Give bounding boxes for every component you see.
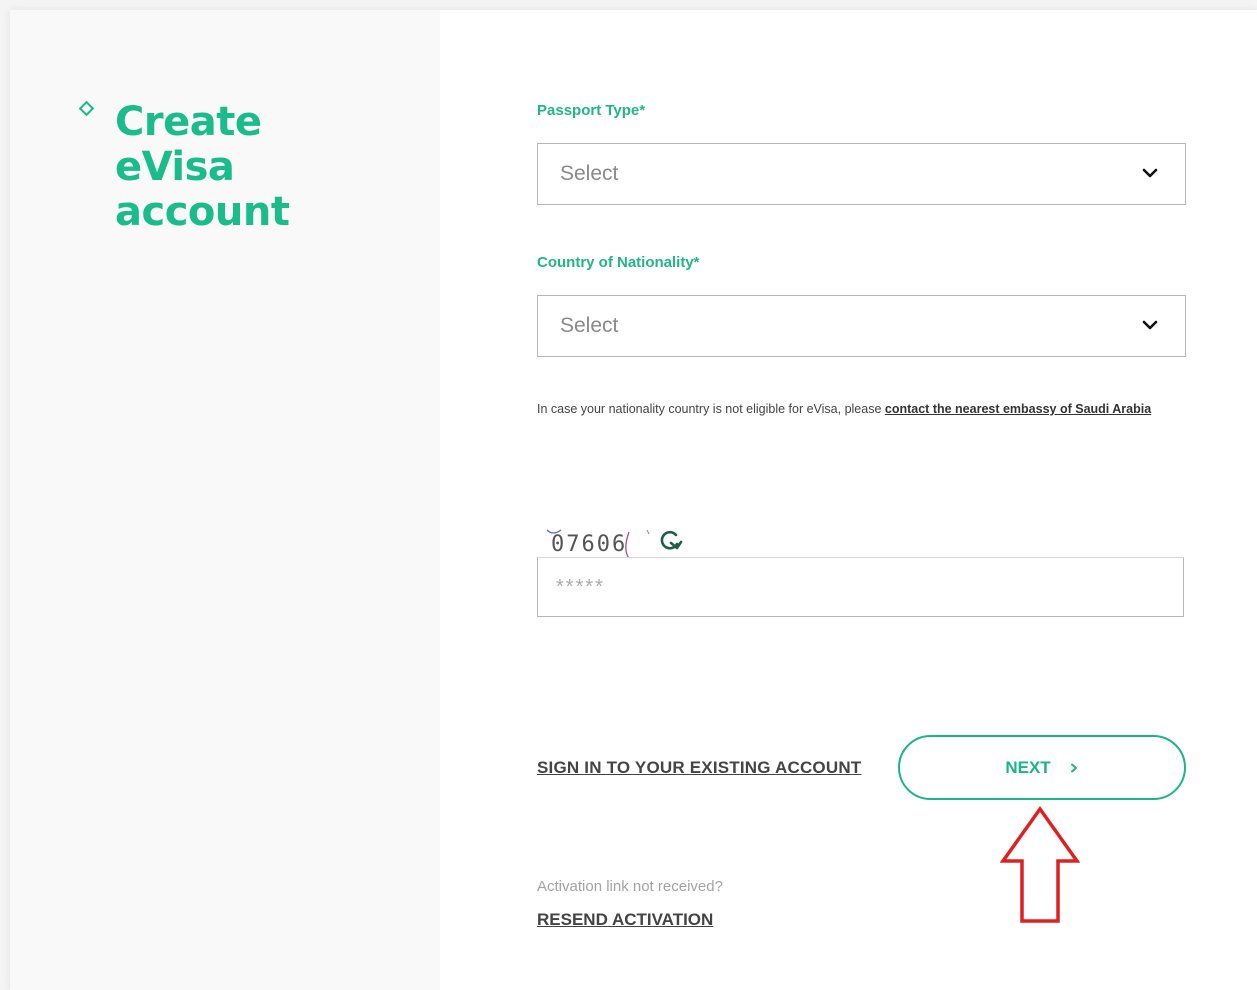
refresh-icon[interactable]: [655, 526, 683, 554]
chevron-right-icon: [1070, 763, 1077, 772]
page-title-line-3: account: [115, 189, 290, 235]
eligibility-note-text: In case your nationality country is not …: [537, 402, 885, 416]
nationality-label: Country of Nationality*: [537, 254, 700, 271]
page-title-line-2: eVisa: [115, 144, 235, 190]
chevron-down-icon: [1142, 320, 1158, 330]
passport-type-label: Passport Type*: [537, 102, 646, 119]
embassy-link[interactable]: contact the nearest embassy of Saudi Ara…: [885, 402, 1151, 416]
page-title: Create eVisa account: [115, 99, 290, 235]
up-arrow-annotation-icon: [1000, 806, 1080, 923]
diamond-bullet-icon: [78, 100, 95, 117]
nationality-select[interactable]: Select: [537, 295, 1186, 357]
nationality-value: Select: [560, 314, 619, 337]
eligibility-note: In case your nationality country is not …: [537, 402, 1177, 417]
page-title-line-1: Create: [115, 99, 262, 145]
sign-in-link[interactable]: SIGN IN TO YOUR EXISTING ACCOUNT: [537, 758, 861, 778]
chevron-down-icon: [1142, 168, 1158, 178]
activation-prompt: Activation link not received?: [537, 878, 723, 895]
passport-type-value: Select: [560, 162, 619, 185]
resend-activation-link[interactable]: RESEND ACTIVATION: [537, 910, 713, 930]
passport-type-select[interactable]: Select: [537, 143, 1186, 205]
captcha-code: 07606: [551, 532, 627, 557]
next-button-label: NEXT: [1005, 757, 1051, 777]
next-button[interactable]: NEXT: [898, 735, 1186, 800]
sidebar-panel: Create eVisa account: [10, 10, 440, 990]
captcha-input[interactable]: [537, 557, 1184, 617]
